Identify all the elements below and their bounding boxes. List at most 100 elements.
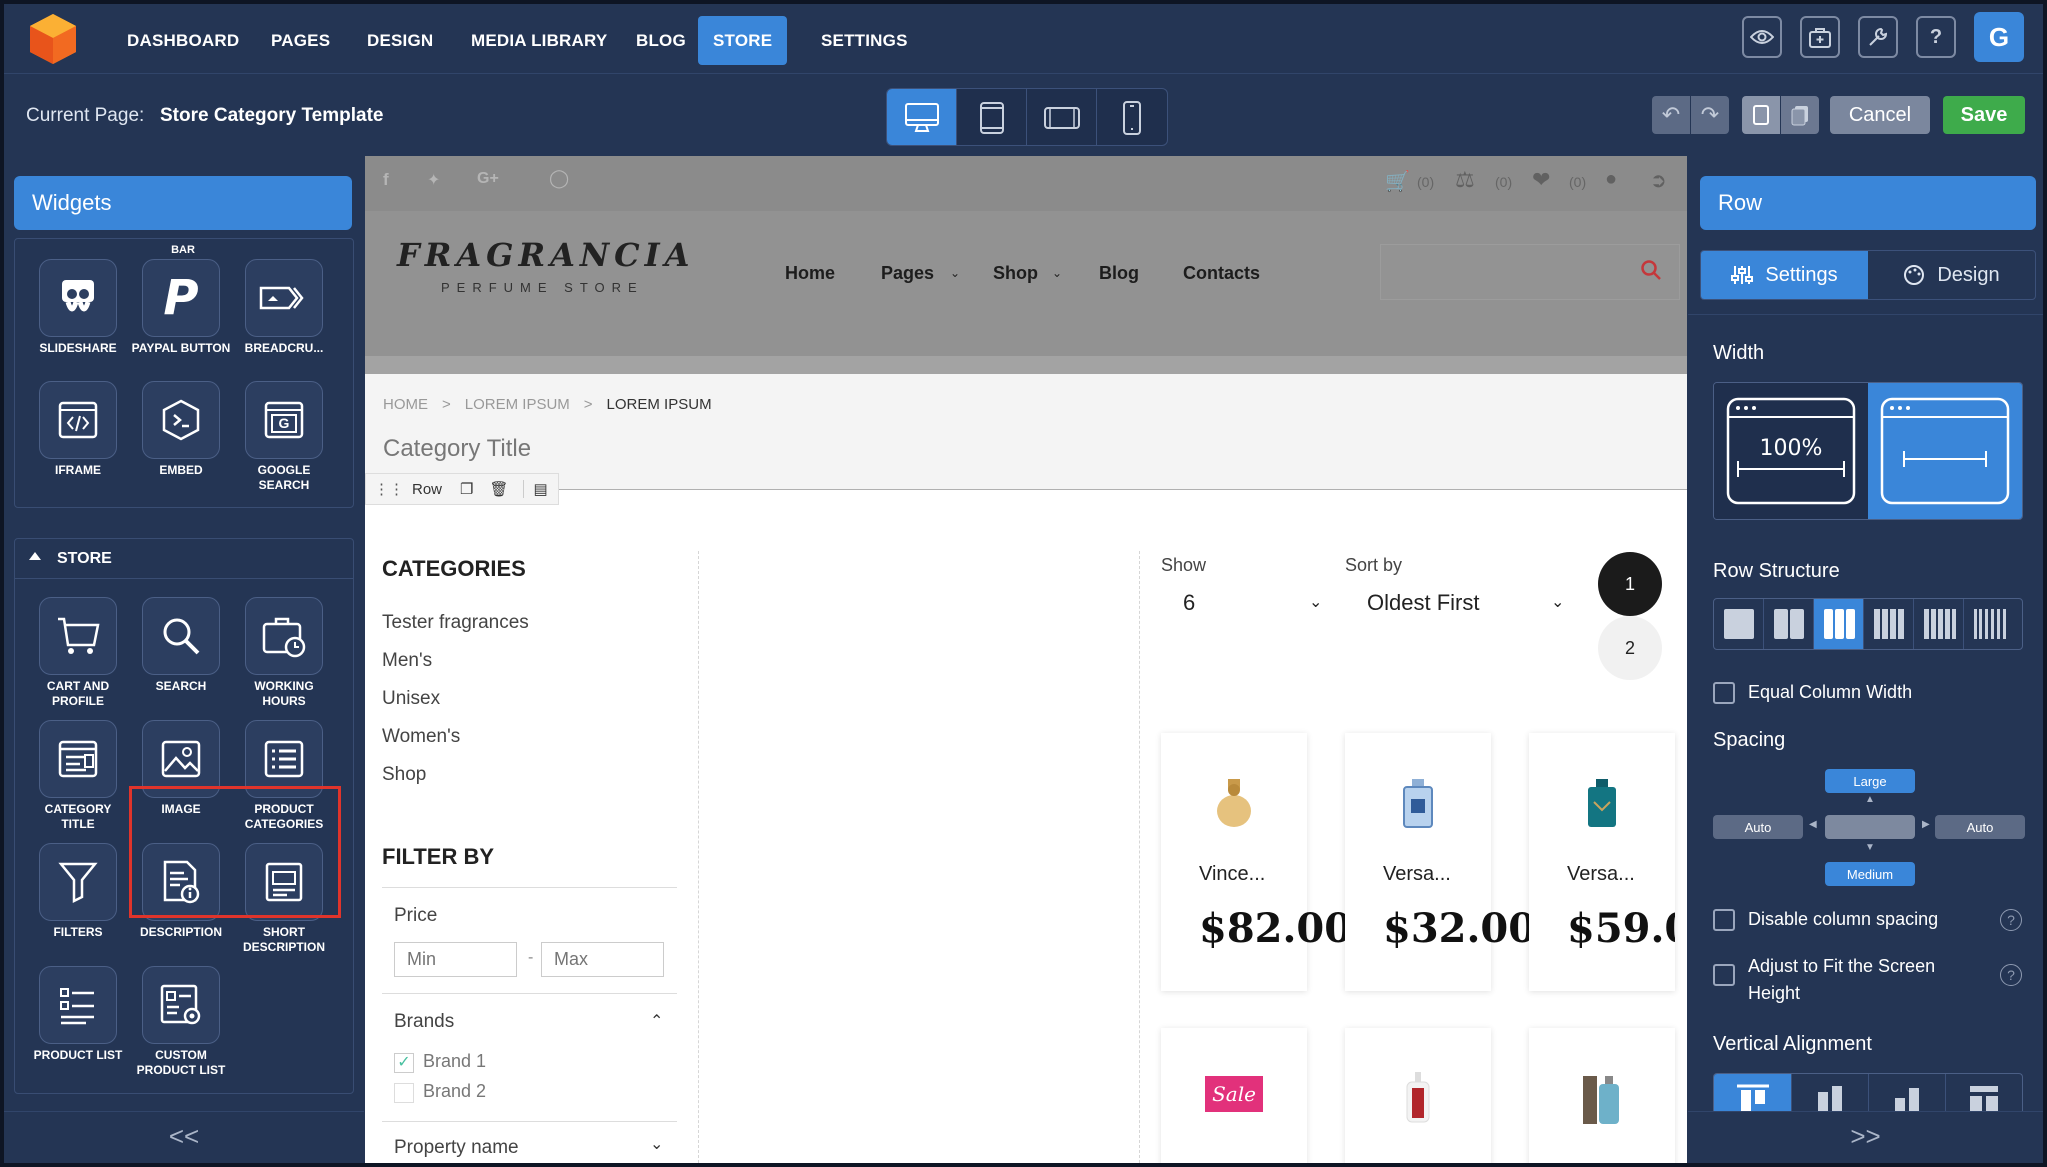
structure-3-columns[interactable] (1814, 599, 1864, 649)
duplicate-row-icon[interactable]: ❐ (452, 480, 481, 498)
user-icon[interactable]: ● (1605, 168, 1617, 191)
widget-working-hours[interactable]: WORKING HOURS (234, 597, 334, 709)
store-section-header[interactable]: STORE (15, 539, 353, 579)
price-max-input[interactable] (541, 942, 664, 977)
sort-select[interactable]: Oldest First ⌄ (1345, 586, 1565, 620)
category-link[interactable]: Shop (382, 756, 529, 794)
widget-google-search[interactable]: G GOOGLE SEARCH (234, 381, 334, 493)
menu-shop[interactable]: Shop (993, 263, 1038, 284)
category-link[interactable]: Women's (382, 718, 529, 756)
property-label[interactable]: Property name (394, 1137, 519, 1159)
row-structure-icon[interactable]: ▤ (522, 480, 558, 498)
tablet-view-icon[interactable] (957, 89, 1027, 145)
collapse-left-panel-button[interactable]: << (4, 1111, 364, 1161)
product-card[interactable]: Versa... $59.00 (1529, 733, 1675, 991)
show-select[interactable]: 6 ⌄ (1161, 586, 1322, 620)
copy-layout-icon[interactable] (1742, 96, 1780, 134)
menu-pages[interactable]: Pages (881, 263, 934, 284)
menu-contacts[interactable]: Contacts (1183, 263, 1260, 284)
breadcrumb-item[interactable]: HOME (383, 396, 428, 413)
product-card[interactable]: Sale (1161, 1028, 1307, 1163)
menu-home[interactable]: Home (785, 263, 835, 284)
align-bottom-icon[interactable] (1868, 1074, 1945, 1111)
mobile-view-icon[interactable] (1097, 89, 1167, 145)
site-logo[interactable]: FRAGRANCIA PERFUME STORE (397, 236, 694, 295)
align-middle-icon[interactable] (1791, 1074, 1868, 1111)
page-1-button[interactable]: 1 (1598, 552, 1662, 616)
paste-layout-icon[interactable] (1781, 96, 1819, 134)
preview-eye-icon[interactable] (1742, 16, 1782, 58)
width-full-option[interactable]: 100% (1714, 383, 1868, 519)
widget-product-list[interactable]: PRODUCT LIST (28, 966, 128, 1063)
tablet-landscape-view-icon[interactable] (1027, 89, 1097, 145)
user-avatar[interactable]: G (1974, 12, 2024, 62)
page-2-button[interactable]: 2 (1598, 616, 1662, 680)
disable-column-spacing-checkbox[interactable] (1713, 909, 1735, 931)
widget-category-title[interactable]: CATEGORY TITLE (28, 720, 128, 832)
product-card[interactable]: Vince... $82.00 (1161, 733, 1352, 991)
spacing-right[interactable]: Auto (1935, 815, 2025, 839)
undo-icon[interactable]: ↶ (1652, 96, 1690, 134)
category-link[interactable]: Men's (382, 642, 529, 680)
spacing-bottom[interactable]: Medium (1825, 862, 1915, 886)
drag-handle-icon[interactable]: ⋮⋮ (366, 480, 412, 498)
align-top-icon[interactable] (1714, 1074, 1791, 1111)
brand-2-checkbox[interactable] (394, 1083, 414, 1103)
structure-2-columns[interactable] (1764, 599, 1814, 649)
widget-slideshare[interactable]: SLIDESHARE (28, 259, 128, 356)
help-icon[interactable]: ? (1916, 16, 1956, 58)
save-button[interactable]: Save (1943, 96, 2025, 134)
spacing-left[interactable]: Auto (1713, 815, 1803, 839)
nav-design[interactable]: DESIGN (352, 16, 448, 65)
collapse-right-panel-button[interactable]: >> (1688, 1111, 2043, 1161)
delete-row-icon[interactable]: 🗑 (481, 480, 522, 498)
google-plus-icon[interactable]: G+ (477, 170, 499, 188)
nav-pages[interactable]: PAGES (256, 16, 345, 65)
widget-custom-product-list[interactable]: CUSTOM PRODUCT LIST (131, 966, 231, 1078)
equal-column-width-checkbox[interactable] (1713, 682, 1735, 704)
product-card[interactable]: Versa... $32.00 (1345, 733, 1536, 991)
wrench-icon[interactable] (1858, 16, 1898, 58)
site-search-input[interactable] (1380, 244, 1680, 300)
chevron-down-icon[interactable]: ⌄ (650, 1134, 663, 1154)
instagram-icon[interactable]: ◯ (549, 168, 569, 189)
search-icon[interactable] (1640, 259, 1662, 281)
nav-settings[interactable]: SETTINGS (806, 16, 923, 65)
widget-iframe[interactable]: IFRAME (28, 381, 128, 478)
spacing-top[interactable]: Large (1825, 769, 1915, 793)
nav-dashboard[interactable]: DASHBOARD (112, 16, 254, 65)
logout-icon[interactable]: ➲ (1650, 168, 1667, 193)
help-icon[interactable]: ? (2000, 909, 2022, 931)
width-boxed-option[interactable] (1868, 383, 2022, 519)
store-bag-icon[interactable] (1800, 16, 1840, 58)
brand-1-checkbox[interactable]: ✓ (394, 1053, 414, 1073)
widget-search[interactable]: SEARCH (131, 597, 231, 694)
structure-6-columns[interactable] (1964, 599, 2014, 649)
align-stretch-icon[interactable] (1945, 1074, 2022, 1111)
tab-settings[interactable]: Settings (1701, 251, 1868, 299)
widget-embed[interactable]: EMBED (131, 381, 231, 478)
structure-1-column[interactable] (1714, 599, 1764, 649)
nav-store[interactable]: STORE (698, 16, 788, 65)
compare-icon[interactable]: ⚖ (1455, 167, 1475, 193)
app-logo[interactable] (26, 12, 80, 66)
redo-icon[interactable]: ↷ (1691, 96, 1729, 134)
cancel-button[interactable]: Cancel (1830, 96, 1930, 134)
chevron-up-icon[interactable]: ⌃ (650, 1011, 663, 1031)
nav-media-library[interactable]: MEDIA LIBRARY (456, 16, 622, 65)
brands-label[interactable]: Brands (394, 1011, 454, 1033)
twitter-icon[interactable]: ✦ (427, 170, 440, 190)
price-min-input[interactable] (394, 942, 517, 977)
widget-cart-and-profile[interactable]: CART AND PROFILE (28, 597, 128, 709)
wishlist-heart-icon[interactable]: ❤ (1532, 167, 1550, 193)
widget-filters[interactable]: FILTERS (28, 843, 128, 940)
structure-4-columns[interactable] (1864, 599, 1914, 649)
category-link[interactable]: Tester fragrances (382, 604, 529, 642)
tab-design[interactable]: Design (1868, 251, 2035, 299)
breadcrumb-item[interactable]: LOREM IPSUM (465, 396, 570, 413)
product-card[interactable] (1345, 1028, 1491, 1163)
category-link[interactable]: Unisex (382, 680, 529, 718)
widget-breadcrumb[interactable]: BREADCRU... (234, 259, 334, 356)
facebook-icon[interactable]: f (383, 170, 389, 190)
product-card[interactable] (1529, 1028, 1675, 1163)
